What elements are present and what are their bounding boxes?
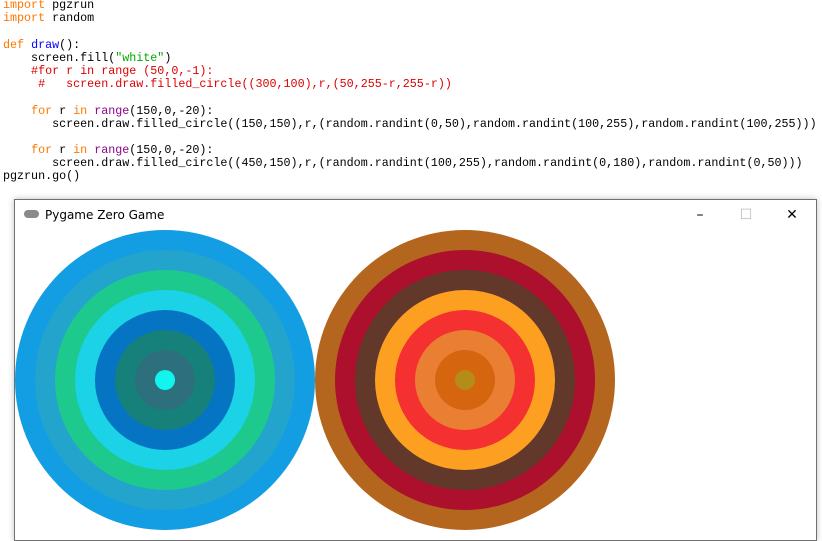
target-2-ring: [455, 370, 475, 390]
code-token: pgzrun: [45, 0, 95, 12]
code-token: range: [94, 103, 130, 118]
gamepad-icon: [24, 210, 39, 218]
code-token: ():: [59, 37, 81, 52]
code-token: # screen.draw.filled_circle((300,100),r,…: [3, 77, 452, 92]
code-token: import: [3, 0, 46, 12]
code-token: for: [31, 143, 53, 158]
maximize-button[interactable]: ☐: [723, 200, 769, 230]
code-line: # screen.draw.filled_circle((300,100),r,…: [3, 78, 817, 91]
game-canvas: [15, 230, 615, 530]
code-token: pgzrun.go(): [3, 169, 81, 184]
target-1-ring: [155, 370, 175, 390]
pygame-window: Pygame Zero Game – ☐ ✕: [14, 199, 817, 541]
code-token: r: [52, 143, 74, 158]
code-token: in: [73, 143, 88, 158]
window-title: Pygame Zero Game: [45, 208, 165, 222]
code-token: "white": [115, 50, 165, 65]
code-token: screen.draw.filled_circle((150,150),r,(r…: [3, 116, 817, 131]
code-line: import random: [3, 12, 817, 25]
code-token: draw: [31, 37, 60, 52]
code-token: import: [3, 11, 46, 26]
code-line: screen.draw.filled_circle((450,150),r,(r…: [3, 157, 817, 170]
code-line: import pgzrun: [3, 0, 817, 12]
code-token: def: [3, 37, 25, 52]
minimize-button[interactable]: –: [677, 200, 723, 230]
code-token: r: [52, 103, 74, 118]
code-line: screen.draw.filled_circle((150,150),r,(r…: [3, 116, 817, 131]
title-bar[interactable]: Pygame Zero Game – ☐ ✕: [15, 200, 816, 230]
code-token: (150,0,-20):: [129, 103, 214, 118]
code-token: screen.fill(: [3, 50, 116, 65]
code-token: #for r in range (50,0,-1):: [3, 63, 214, 78]
code-editor[interactable]: import pgzrun import random def draw(): sc…: [3, 0, 817, 184]
code-token: for: [31, 103, 53, 118]
code-token: random: [45, 11, 95, 26]
code-token: ): [164, 50, 172, 65]
code-token: screen.draw.filled_circle((450,150),r,(r…: [3, 156, 803, 171]
code-token: (150,0,-20):: [129, 143, 214, 158]
code-token: range: [94, 143, 130, 158]
close-button[interactable]: ✕: [769, 200, 815, 230]
code-token: in: [73, 103, 88, 118]
code-line: pgzrun.go(): [3, 170, 817, 183]
